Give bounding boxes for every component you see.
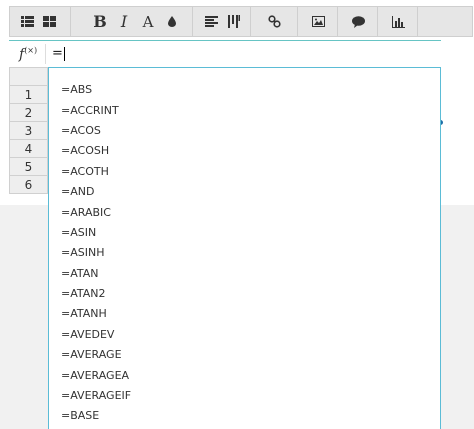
autocomplete-item[interactable]: =ACOTH	[61, 164, 109, 180]
formula-bar: f(×) =	[9, 40, 441, 68]
toolbar-group-chart	[378, 7, 418, 36]
toolbar-group-image	[298, 7, 338, 36]
formula-input[interactable]: =	[52, 46, 65, 61]
autocomplete-item[interactable]: =ACCRINT	[61, 103, 119, 119]
text-caret	[63, 46, 65, 61]
autocomplete-item[interactable]: =AVEDEV	[61, 327, 114, 343]
comment-icon[interactable]	[347, 10, 369, 33]
toolbar-group-comment	[338, 7, 378, 36]
autocomplete-item[interactable]: =BASE	[61, 408, 99, 424]
autocomplete-item[interactable]: =ASIN	[61, 225, 96, 241]
function-autocomplete-list: =ABS =ACCRINT =ACOS =ACOSH =ACOTH =AND =…	[48, 67, 441, 429]
select-all-corner[interactable]	[9, 67, 48, 86]
font-color-button[interactable]: A	[137, 10, 159, 33]
row-header-3[interactable]: 3	[9, 122, 48, 140]
formula-divider	[45, 44, 46, 64]
row-header-6[interactable]: 6	[9, 176, 48, 194]
toolbar: B I A	[9, 6, 473, 37]
row-header-1[interactable]: 1	[9, 86, 48, 104]
fx-icon: f(×)	[19, 46, 38, 63]
toolbar-group-link	[251, 7, 298, 36]
autocomplete-item[interactable]: =AND	[61, 184, 94, 200]
toolbar-group-format: B I A	[71, 7, 193, 36]
row-header-2[interactable]: 2	[9, 104, 48, 122]
autocomplete-item[interactable]: =ATAN2	[61, 286, 106, 302]
autocomplete-item[interactable]: =AVERAGEIF	[61, 388, 131, 404]
autocomplete-item[interactable]: =ACOSH	[61, 143, 109, 159]
autocomplete-item[interactable]: =ATAN	[61, 266, 99, 282]
autocomplete-item[interactable]: =ASINH	[61, 245, 104, 261]
toolbar-group-view	[10, 7, 71, 36]
fill-color-icon[interactable]	[161, 10, 183, 33]
autocomplete-item[interactable]: =ARABIC	[61, 205, 111, 221]
row-header-4[interactable]: 4	[9, 140, 48, 158]
autocomplete-item[interactable]: =ATANH	[61, 306, 107, 322]
italic-button[interactable]: I	[113, 10, 135, 33]
autocomplete-item[interactable]: =AVERAGE	[61, 347, 122, 363]
toolbar-group-align	[193, 7, 251, 36]
grid-icon[interactable]	[38, 10, 60, 33]
row-header-5[interactable]: 5	[9, 158, 48, 176]
list-icon[interactable]	[16, 10, 38, 33]
chart-icon[interactable]	[387, 10, 409, 33]
bold-button[interactable]: B	[89, 10, 111, 33]
autocomplete-item[interactable]: =AVERAGEA	[61, 368, 129, 384]
align-icon[interactable]	[200, 10, 222, 33]
link-icon[interactable]	[263, 10, 285, 33]
borders-icon[interactable]	[223, 10, 245, 33]
autocomplete-item[interactable]: =ABS	[61, 82, 92, 98]
image-icon[interactable]	[307, 10, 329, 33]
autocomplete-item[interactable]: =ACOS	[61, 123, 101, 139]
